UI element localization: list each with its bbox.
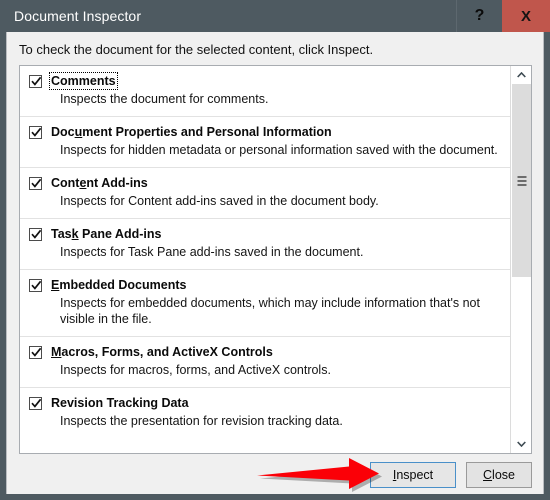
item-description: Inspects for hidden metadata or personal… <box>60 143 498 157</box>
chevron-down-icon <box>516 441 526 447</box>
list-item-header: Task Pane Add-ins <box>29 227 500 241</box>
item-description: Inspects for Task Pane add-ins saved in … <box>60 245 364 259</box>
inspector-list-items: Comments Inspects the document for commen… <box>20 66 511 453</box>
inspect-button-label: Inspect <box>392 468 434 482</box>
item-title: Task Pane Add-ins <box>51 227 161 241</box>
item-description: Inspects for macros, forms, and ActiveX … <box>60 363 331 377</box>
checkmark-icon <box>31 127 42 137</box>
item-title: Document Properties and Personal Informa… <box>51 125 332 139</box>
close-button[interactable]: Close <box>466 462 532 488</box>
inspect-button[interactable]: Inspect <box>370 462 456 488</box>
item-checkbox[interactable] <box>29 75 42 88</box>
item-title-part: ment Properties and Personal Information <box>82 125 332 139</box>
item-checkbox[interactable] <box>29 279 42 292</box>
list-item[interactable]: Content Add-ins Inspects for Content add-… <box>20 168 511 219</box>
chevron-up-icon <box>516 72 526 78</box>
list-item[interactable]: Task Pane Add-ins Inspects for Task Pane … <box>20 219 511 270</box>
item-title: Content Add-ins <box>51 176 148 190</box>
item-checkbox[interactable] <box>29 228 42 241</box>
item-title-part: omments <box>60 74 116 88</box>
list-item[interactable]: Macros, Forms, and ActiveX Controls Inspe… <box>20 337 511 388</box>
list-item-header: Content Add-ins <box>29 176 500 190</box>
item-description: Inspects the presentation for revision t… <box>60 414 343 428</box>
item-title-part: acros, Forms, and ActiveX Controls <box>61 345 273 359</box>
checkmark-icon <box>31 347 42 357</box>
scroll-down-button[interactable] <box>511 435 531 453</box>
list-item[interactable]: Embedded Documents Inspects for embedded … <box>20 270 511 337</box>
item-title-part: Doc <box>51 125 75 139</box>
list-item-header: Macros, Forms, and ActiveX Controls <box>29 345 500 359</box>
checkmark-icon <box>31 398 42 408</box>
scrollbar-thumb[interactable] <box>512 84 531 277</box>
list-item[interactable]: Revision Tracking Data Inspects the prese… <box>20 388 511 438</box>
list-item-header: Document Properties and Personal Informa… <box>29 125 500 139</box>
item-title-part: Revision Tracking Data <box>51 396 189 410</box>
window-frame-right <box>544 32 550 500</box>
item-description: Inspects the document for comments. <box>60 92 269 106</box>
instruction-text: To check the document for the selected c… <box>19 42 374 57</box>
inspector-list: Comments Inspects the document for commen… <box>19 65 532 454</box>
list-item[interactable]: Comments Inspects the document for commen… <box>20 66 511 117</box>
item-description: Inspects for embedded documents, which m… <box>60 296 480 326</box>
item-checkbox[interactable] <box>29 397 42 410</box>
item-title-part: Cont <box>51 176 80 190</box>
scroll-up-button[interactable] <box>511 66 531 84</box>
checkmark-icon <box>31 229 42 239</box>
scrollbar-grip-icon <box>517 175 527 186</box>
item-title-accelerator: M <box>51 345 62 359</box>
item-title-accelerator: k <box>71 227 79 241</box>
checkmark-icon <box>31 76 42 86</box>
item-title-part: C <box>51 74 61 88</box>
item-description: Inspects for Content add-ins saved in th… <box>60 194 379 208</box>
item-checkbox[interactable] <box>29 126 42 139</box>
item-title-part: nt Add-ins <box>86 176 148 190</box>
close-button-label: Close <box>483 468 515 482</box>
list-item-header: Revision Tracking Data <box>29 396 500 410</box>
document-inspector-dialog: Document Inspector ? X To check the docu… <box>0 0 550 500</box>
window-title: Document Inspector <box>14 8 142 24</box>
checkmark-icon <box>31 280 42 290</box>
item-title-part: Tas <box>51 227 72 241</box>
help-button[interactable]: ? <box>456 0 502 32</box>
item-title: Macros, Forms, and ActiveX Controls <box>51 345 273 359</box>
item-title: Comments <box>49 72 118 90</box>
item-title-part: Pane Add-ins <box>78 227 162 241</box>
list-scrollbar[interactable] <box>510 66 531 453</box>
window-frame-bottom <box>0 494 550 500</box>
item-title: Revision Tracking Data <box>51 396 189 410</box>
item-title-part: mbedded Documents <box>59 278 187 292</box>
item-checkbox[interactable] <box>29 346 42 359</box>
list-item-header: Comments <box>29 72 500 90</box>
list-item[interactable]: Document Properties and Personal Informa… <box>20 117 511 168</box>
item-title: Embedded Documents <box>51 278 186 292</box>
dialog-body: To check the document for the selected c… <box>6 32 544 494</box>
item-checkbox[interactable] <box>29 177 42 190</box>
list-item-header: Embedded Documents <box>29 278 500 292</box>
title-bar[interactable]: Document Inspector ? X <box>0 0 550 32</box>
checkmark-icon <box>31 178 42 188</box>
close-window-button[interactable]: X <box>502 0 550 32</box>
